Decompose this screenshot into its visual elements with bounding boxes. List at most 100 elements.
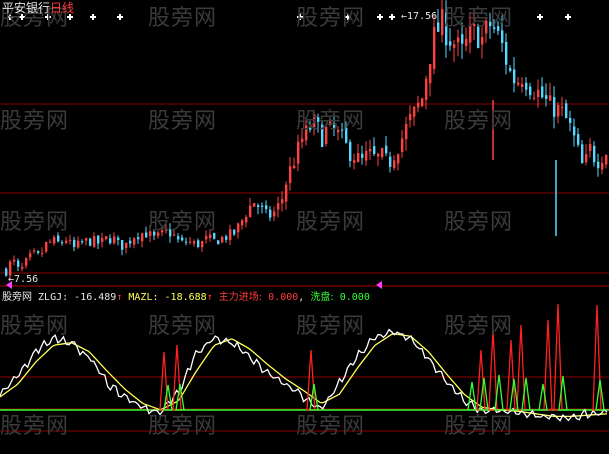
candle-body bbox=[469, 25, 472, 43]
candle-body bbox=[41, 253, 44, 255]
candle-body bbox=[353, 160, 356, 163]
candle-body bbox=[325, 126, 328, 144]
candle-body bbox=[333, 123, 336, 130]
candle-body bbox=[285, 184, 288, 202]
candle-body bbox=[541, 86, 544, 98]
price-low-value: 7.56 bbox=[14, 274, 39, 285]
candle-body bbox=[549, 95, 552, 101]
candle-body bbox=[181, 237, 184, 241]
candle-body bbox=[293, 165, 296, 169]
zlgj-arrow-icon: ↑ bbox=[116, 292, 123, 303]
candle-body bbox=[521, 84, 524, 88]
candle-body bbox=[429, 63, 432, 84]
candle-body bbox=[125, 242, 128, 249]
period-label[interactable]: 日线 bbox=[50, 1, 74, 15]
candle-body bbox=[461, 34, 464, 44]
candle-body bbox=[341, 129, 344, 131]
candle-body bbox=[605, 155, 608, 165]
candle-body bbox=[445, 12, 448, 46]
xp-spike bbox=[467, 381, 477, 411]
candle-body bbox=[589, 144, 592, 151]
price-high-label: ←17.56 bbox=[401, 11, 438, 22]
pointer-triangle bbox=[376, 281, 382, 289]
candle-body bbox=[321, 124, 324, 148]
candle-body bbox=[65, 240, 68, 243]
candle-body bbox=[397, 154, 400, 164]
zljc-spike bbox=[159, 351, 169, 411]
candle-body bbox=[489, 21, 492, 27]
candle-body bbox=[33, 250, 36, 252]
candle-body bbox=[553, 97, 556, 117]
candle-body bbox=[29, 253, 32, 258]
candle-body bbox=[201, 241, 204, 248]
candle-body bbox=[329, 119, 332, 126]
candle-body bbox=[305, 125, 308, 141]
candle-body bbox=[197, 240, 200, 247]
zlgj-value: -16.489 bbox=[74, 292, 117, 303]
candle-body bbox=[145, 232, 148, 238]
candle-body bbox=[281, 199, 284, 204]
candle-body bbox=[233, 229, 236, 235]
candle-body bbox=[517, 82, 520, 85]
candle-body bbox=[505, 42, 508, 65]
xp-spike bbox=[538, 383, 548, 411]
price-low-label: ←7.56 bbox=[8, 274, 39, 285]
candle-body bbox=[237, 223, 240, 233]
candle-body bbox=[561, 106, 564, 108]
candle-body bbox=[317, 117, 320, 122]
candle-body bbox=[229, 229, 232, 241]
candle-body bbox=[225, 236, 228, 240]
candle-body bbox=[441, 9, 444, 36]
candle-body bbox=[377, 153, 380, 157]
candle-body bbox=[149, 231, 152, 236]
xp-label: 洗盘: bbox=[310, 292, 334, 303]
candle-body bbox=[365, 150, 368, 161]
candle-body bbox=[449, 41, 452, 46]
candle-body bbox=[89, 238, 92, 246]
candle-body bbox=[361, 153, 364, 158]
candle-body bbox=[49, 241, 52, 243]
candle-body bbox=[25, 258, 28, 266]
xp-value: 0.000 bbox=[339, 292, 370, 303]
candle-body bbox=[261, 205, 264, 207]
candle-body bbox=[157, 232, 160, 236]
candle-body bbox=[585, 154, 588, 163]
candle-body bbox=[345, 127, 348, 143]
candle-body bbox=[537, 89, 540, 98]
candle-body bbox=[277, 203, 280, 210]
candle-body bbox=[457, 37, 460, 43]
candle-body bbox=[601, 162, 604, 170]
candle-body bbox=[57, 235, 60, 242]
candle-body bbox=[389, 156, 392, 167]
candle-body bbox=[381, 148, 384, 157]
candle-body bbox=[169, 229, 172, 237]
xp-spike bbox=[558, 375, 568, 411]
candle-body bbox=[577, 134, 580, 145]
candle-body bbox=[269, 209, 272, 218]
candle-body bbox=[301, 138, 304, 143]
candle-body bbox=[265, 205, 268, 210]
candle-body bbox=[105, 236, 108, 240]
candle-body bbox=[497, 26, 500, 31]
chart-canvas[interactable] bbox=[0, 0, 609, 454]
mazl-line bbox=[0, 333, 608, 418]
candle-body bbox=[37, 251, 40, 253]
candle-body bbox=[337, 129, 340, 133]
candle-body bbox=[465, 38, 468, 47]
candle-body bbox=[93, 236, 96, 247]
candle-body bbox=[453, 44, 456, 48]
candle-body bbox=[545, 95, 548, 99]
chart-title: 平安银行日线 bbox=[2, 0, 74, 16]
candle-body bbox=[13, 259, 16, 262]
indicator-name[interactable]: 股旁网 bbox=[2, 292, 32, 303]
kline-chart-window[interactable]: 股旁网 股旁网 股旁网 股旁网 股旁网 股旁网 股旁网 股旁网 股旁网 股旁网 … bbox=[0, 0, 609, 454]
candle-body bbox=[357, 153, 360, 163]
candle-body bbox=[249, 205, 252, 218]
stock-name[interactable]: 平安银行 bbox=[2, 1, 50, 15]
candle-body bbox=[533, 97, 536, 99]
candle-body bbox=[129, 240, 132, 244]
candle-body bbox=[101, 238, 104, 242]
candle-body bbox=[185, 241, 188, 243]
candle-body bbox=[217, 240, 220, 245]
candle-body bbox=[77, 240, 80, 248]
